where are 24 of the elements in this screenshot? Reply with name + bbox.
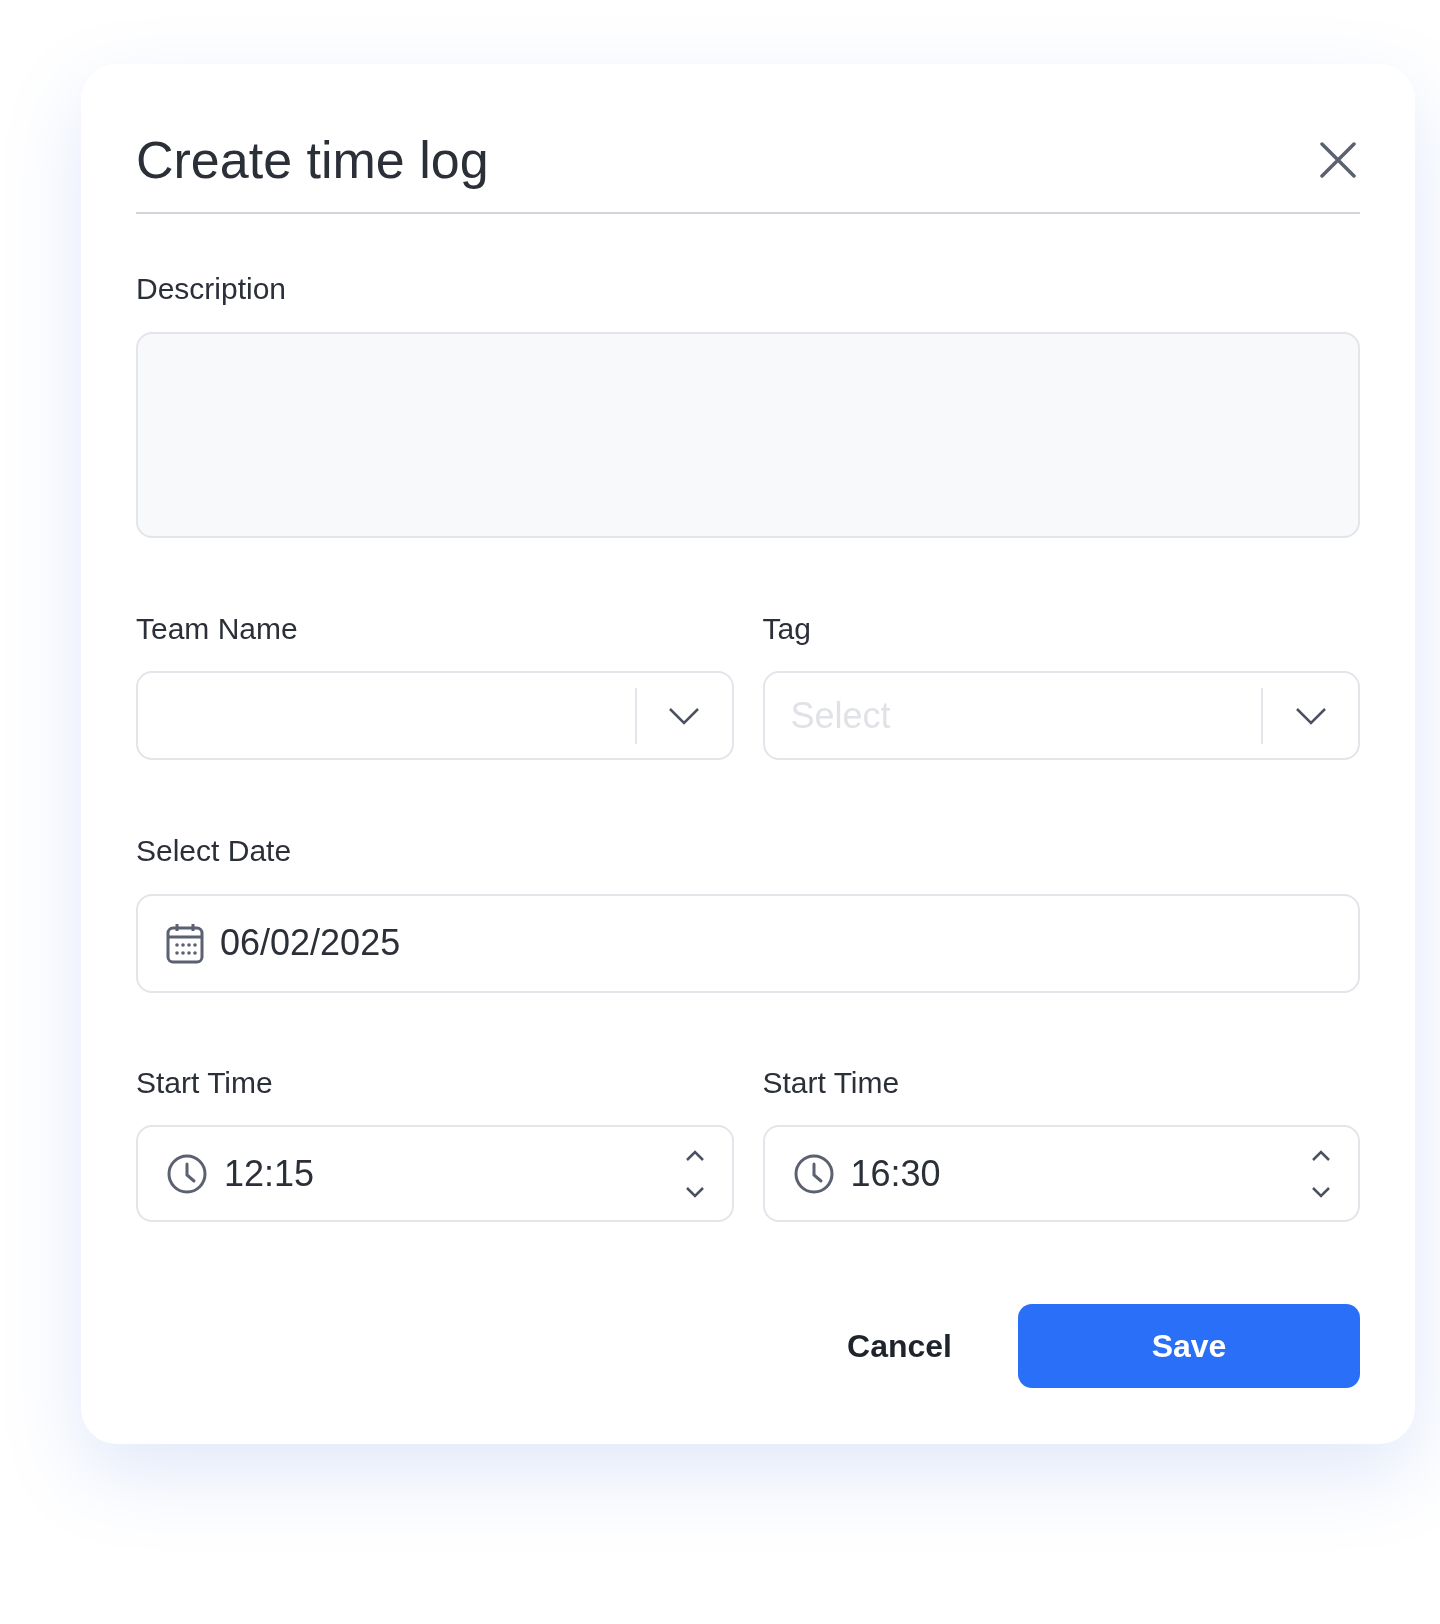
clock-icon	[792, 1152, 835, 1195]
calendar-icon	[166, 922, 204, 964]
time-field[interactable]: 12:15	[136, 1125, 734, 1222]
field-value: 06/02/2025	[220, 921, 402, 965]
date-field[interactable]: 06/02/2025	[136, 893, 1360, 993]
chevron-down-icon	[1294, 706, 1327, 725]
field-label: Start Time	[762, 1064, 901, 1101]
field-label: Start Time	[136, 1064, 274, 1101]
stepper-icon[interactable]	[683, 1148, 706, 1199]
field-label: Description	[136, 271, 288, 307]
save-button[interactable]: Save	[1018, 1304, 1360, 1388]
field-label: Tag	[762, 610, 812, 647]
cancel-button[interactable]: Cancel	[817, 1304, 982, 1388]
description-field[interactable]	[136, 331, 1360, 538]
time-field[interactable]: 16:30	[762, 1125, 1360, 1222]
field-label: Select Date	[136, 833, 293, 869]
stepper-icon[interactable]	[1310, 1148, 1332, 1199]
close-icon	[1320, 142, 1356, 178]
chevron-down-icon	[668, 706, 700, 725]
clock-icon	[166, 1152, 208, 1195]
field-value: 16:30	[850, 1151, 942, 1196]
field-value: 12:15	[224, 1151, 316, 1196]
field-label: Team Name	[136, 610, 299, 647]
select-field[interactable]	[136, 671, 734, 760]
